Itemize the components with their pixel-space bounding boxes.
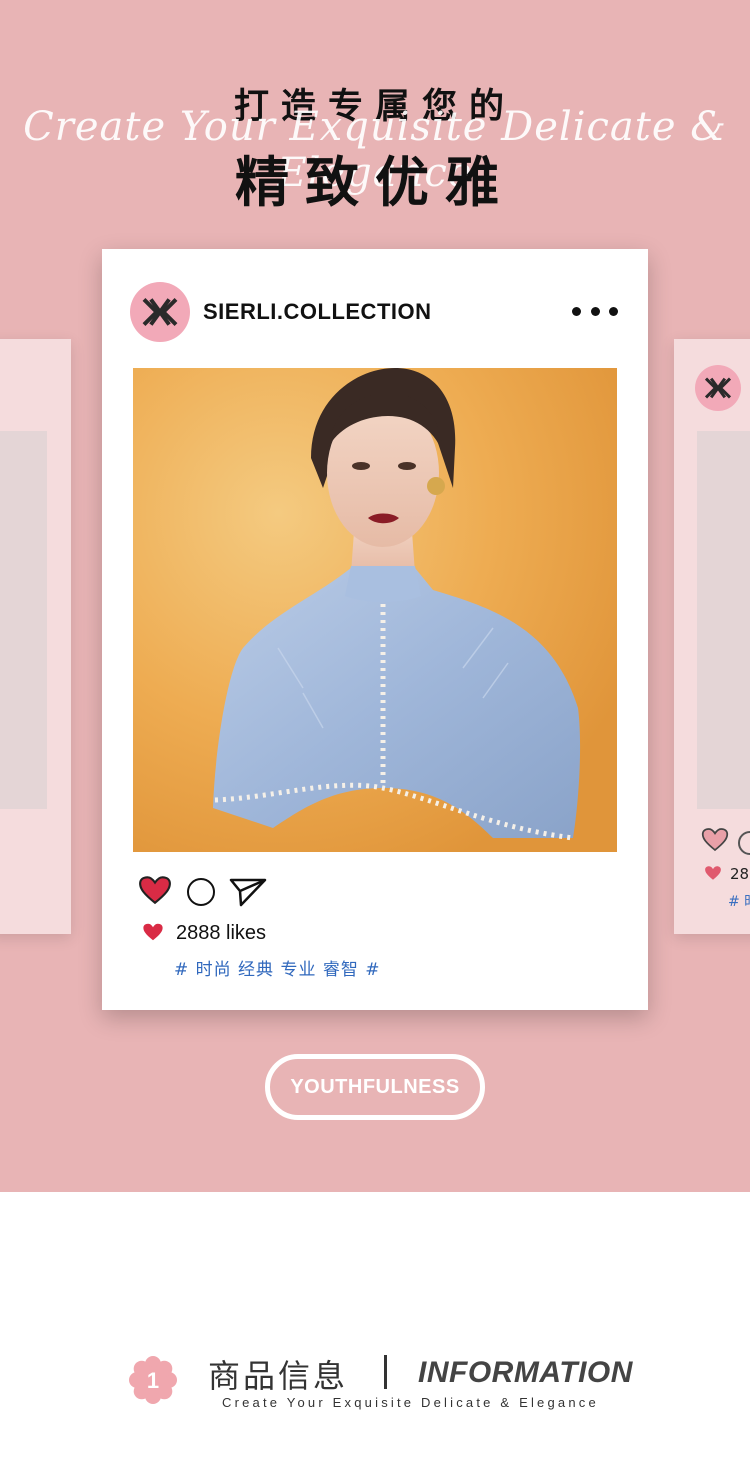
comment-circle-icon[interactable] [187, 878, 215, 906]
heart-icon [143, 923, 163, 941]
sierli-monogram-icon[interactable] [130, 282, 190, 342]
heart-icon[interactable] [138, 875, 172, 905]
comment-circle-icon[interactable] [738, 831, 750, 855]
side-card-left-image-placeholder [0, 431, 47, 809]
section-divider [384, 1355, 387, 1389]
side-card-left[interactable] [0, 339, 71, 934]
model-illustration [133, 368, 617, 852]
dot [590, 306, 600, 316]
post-hashtags[interactable]: # 时尚 经典 专业 睿智 # [174, 955, 381, 980]
hero-banner: 打造专属您的 Create Your Exquisite Delicate & … [0, 0, 750, 1192]
dot [609, 306, 618, 316]
side-card-right-image-placeholder [697, 431, 750, 809]
post-photo[interactable] [133, 368, 617, 852]
more-dots-icon[interactable] [572, 301, 618, 321]
flower-number-icon: 1 [129, 1356, 177, 1404]
sierli-monogram-icon [695, 365, 741, 411]
badge-label: YOUTHFULNESS [290, 1075, 460, 1098]
section-title-cn: 商品信息 [208, 1357, 349, 1395]
side-tags: # 时 [728, 894, 750, 910]
account-handle[interactable]: SIERLI.COLLECTION [203, 299, 432, 325]
paper-plane-icon[interactable] [229, 877, 267, 907]
section-number: 1 [147, 1368, 159, 1393]
likes-count[interactable]: 2888 likes [176, 922, 266, 945]
post-card: SIERLI.COLLECTION 2888 likes # 时尚 经典 专业 … [102, 249, 648, 1010]
section-title-en: INFORMATION [418, 1356, 633, 1389]
hero-title-line2: 精致优雅 [235, 151, 515, 214]
side-card-right[interactable]: 28 # 时 [674, 339, 750, 934]
dot [572, 306, 581, 316]
info-section-header: 1 商品信息 INFORMATION Create Your Exquisite… [0, 1192, 750, 1461]
heart-icon[interactable] [701, 827, 729, 852]
youthfulness-badge: YOUTHFULNESS [265, 1054, 485, 1120]
section-subtitle: Create Your Exquisite Delicate & Eleganc… [222, 1395, 599, 1410]
side-likes-count: 28 [730, 865, 750, 883]
heart-icon [705, 866, 721, 880]
